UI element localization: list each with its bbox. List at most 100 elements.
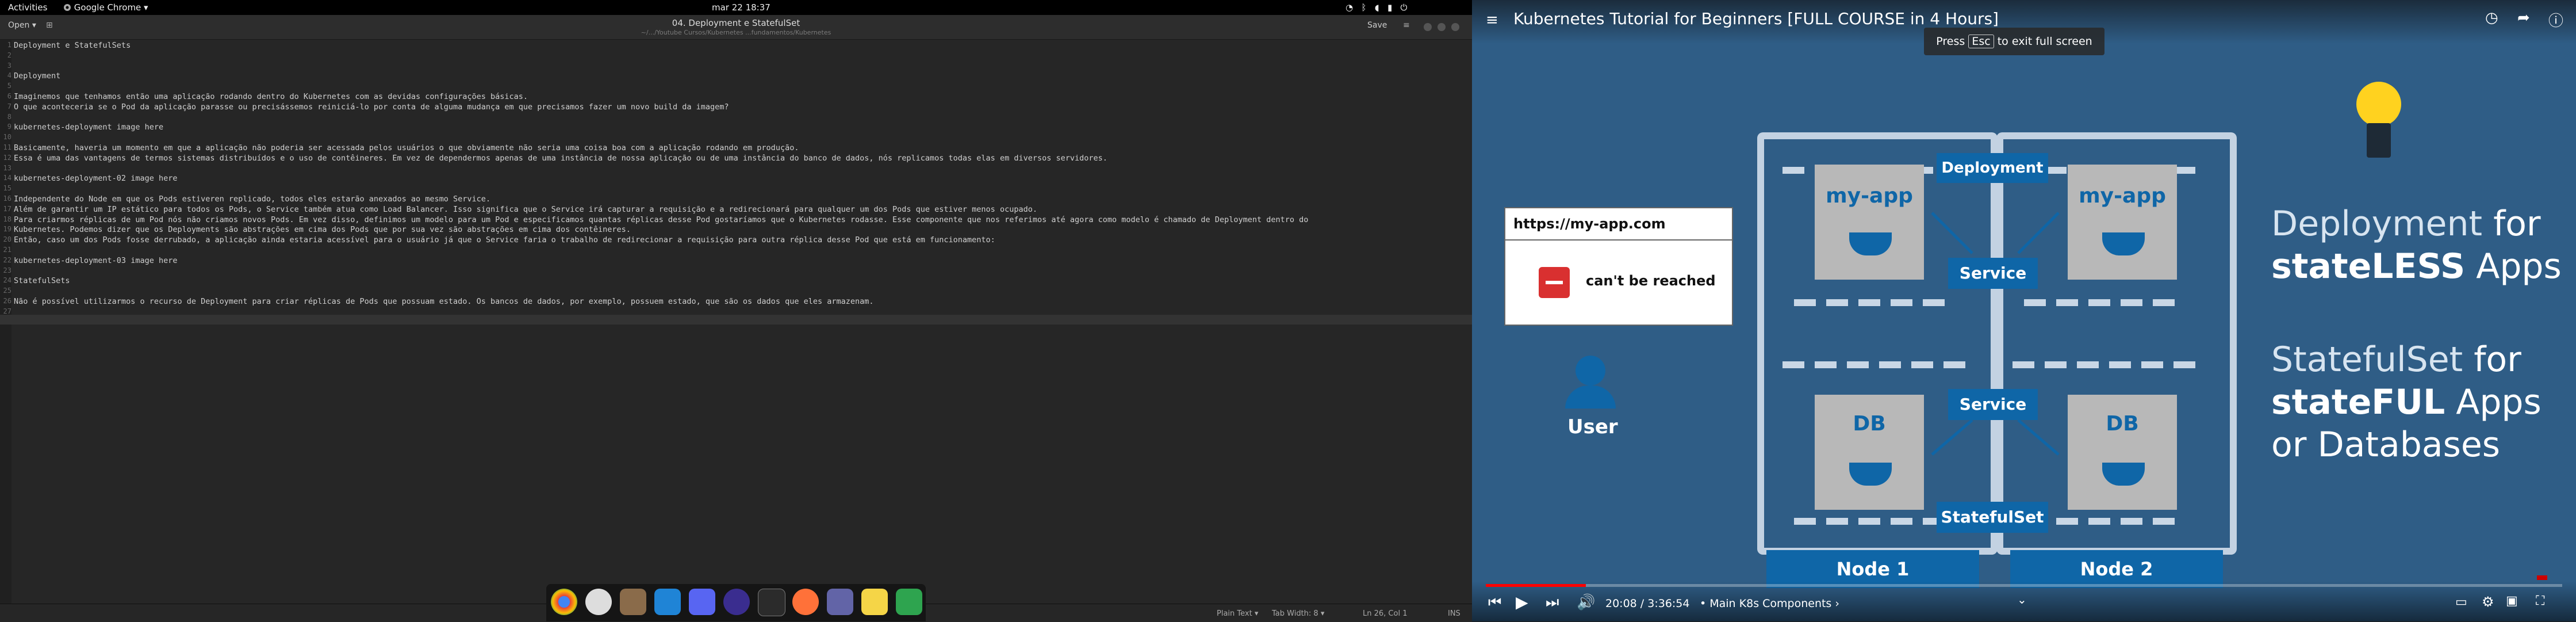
- service-label-bottom: Service: [1948, 389, 2038, 420]
- line-number: 13: [3, 163, 12, 172]
- system-top-bar: Activities Google Chrome ▾ mar 22 18:37 …: [0, 0, 1472, 15]
- document-path: ~/.../Youtube Cursos/Kubernetes ...funda…: [641, 29, 831, 36]
- browser-icon[interactable]: [723, 589, 750, 615]
- text-line[interactable]: Independente do Node em que os Pods esti…: [14, 194, 490, 204]
- battery-icon: ▮: [1387, 2, 1393, 13]
- line-number: 14: [3, 174, 12, 182]
- statefulset-text: StatefulSet for stateFUL Apps or Databas…: [2271, 339, 2542, 465]
- text-line[interactable]: Não é possível utilizarmos o recurso de …: [14, 297, 874, 306]
- pod-my-app-1: my-app: [1815, 165, 1924, 280]
- line-number: 4: [7, 71, 12, 80]
- text-line[interactable]: kubernetes-deployment-03 image here: [14, 256, 177, 265]
- docker-icon: [1849, 232, 1892, 255]
- clock[interactable]: mar 22 18:37: [712, 2, 770, 13]
- line-number: 23: [3, 266, 12, 274]
- settings-icon[interactable]: [585, 589, 612, 615]
- text-line[interactable]: kubernetes-deployment image here: [14, 123, 163, 132]
- files-icon[interactable]: [620, 589, 646, 615]
- document-title: 04. Deployment e StatefulSet: [672, 18, 800, 28]
- current-line-highlight: [0, 315, 1472, 325]
- text-line[interactable]: Kubernetes. Podemos dizer que os Deploym…: [14, 225, 631, 234]
- chrome-icon: [64, 4, 71, 11]
- line-number: 8: [7, 112, 12, 121]
- firefox-icon[interactable]: [792, 589, 819, 615]
- settings-icon[interactable]: ⚙: [2482, 594, 2494, 610]
- line-number: 24: [3, 276, 12, 285]
- bluetooth-icon: ᛒ: [1361, 2, 1367, 13]
- next-icon[interactable]: ⏭: [1546, 594, 1559, 612]
- line-number: 15: [3, 184, 12, 193]
- chevron-down-icon[interactable]: ⌄: [2017, 593, 2027, 606]
- text-line[interactable]: O que aconteceria se o Pod da aplicação …: [14, 102, 729, 112]
- line-number: 9: [7, 123, 12, 131]
- miniplayer-icon[interactable]: ▣: [2506, 594, 2518, 608]
- discord-icon[interactable]: [689, 589, 715, 615]
- volume-icon[interactable]: 🔊: [1577, 594, 1595, 611]
- text-line[interactable]: Para criarmos réplicas de um Pod nós não…: [14, 215, 1308, 224]
- line-number: 16: [3, 194, 12, 203]
- line-number: 18: [3, 215, 12, 223]
- text-line[interactable]: kubernetes-deployment-02 image here: [14, 174, 177, 183]
- service-label-top: Service: [1948, 258, 2038, 289]
- line-number: 21: [3, 246, 12, 254]
- line-number: 27: [3, 307, 12, 315]
- statefulset-label: StatefulSet: [1937, 502, 2048, 533]
- deployment-text: Deployment for stateLESS Apps: [2271, 204, 2562, 287]
- app-name: Google Chrome ▾: [74, 2, 148, 13]
- play-icon[interactable]: ▶: [1516, 593, 1528, 612]
- volume-icon: ◖: [1374, 2, 1379, 13]
- minimize-button[interactable]: [1424, 23, 1432, 31]
- vscode-icon[interactable]: [654, 589, 681, 615]
- syntax-selector[interactable]: Plain Text ▾: [1217, 609, 1258, 618]
- cursor-position[interactable]: Ln 26, Col 1: [1363, 609, 1407, 618]
- menu-icon[interactable]: ≡: [1403, 21, 1410, 30]
- save-button[interactable]: Save: [1367, 21, 1387, 30]
- text-line[interactable]: Deployment: [14, 71, 60, 81]
- text-line[interactable]: Deployment e StatefulSets: [14, 41, 131, 50]
- line-number: 22: [3, 255, 12, 264]
- text-line[interactable]: StatefulSets: [14, 276, 70, 285]
- pod-db-1: DB: [1815, 395, 1924, 510]
- pod-db-2: DB: [2068, 395, 2177, 510]
- pod-my-app-2: my-app: [2068, 165, 2177, 280]
- maximize-button[interactable]: [1438, 23, 1446, 31]
- insert-mode: INS: [1448, 609, 1460, 618]
- time-display: 20:08 / 3:36:54: [1605, 597, 1690, 610]
- chapter-button[interactable]: • Main K8s Components ›: [1700, 597, 1839, 610]
- text-line[interactable]: Basicamente, haveria um momento em que a…: [14, 143, 799, 152]
- editor-header: Open ▾ ⊞ 04. Deployment e StatefulSet ~/…: [0, 15, 1472, 40]
- text-line[interactable]: Essa é uma das vantagens de termos siste…: [14, 154, 1107, 163]
- text-line[interactable]: Além de garantir um IP estático para tod…: [14, 205, 1037, 214]
- spreadsheet-icon[interactable]: [896, 589, 922, 615]
- terminal-icon[interactable]: [758, 589, 785, 616]
- docker-icon: [2102, 463, 2145, 486]
- progress-bar[interactable]: [1486, 584, 2562, 587]
- power-icon: ⏻: [1400, 2, 1408, 13]
- line-number: 5: [7, 82, 12, 90]
- line-number: 2: [7, 51, 12, 59]
- line-number: 26: [3, 297, 12, 305]
- activities-button[interactable]: Activities: [8, 2, 47, 13]
- tray-icons[interactable]: ◔ ᛒ ◖ ▮ ⏻: [1346, 2, 1407, 13]
- line-number: 11: [3, 143, 12, 151]
- text-line[interactable]: Imaginemos que tenhamos então uma aplica…: [14, 92, 528, 101]
- progress-played: [1486, 584, 1586, 587]
- line-number: 6: [7, 92, 12, 100]
- text-line[interactable]: Então, caso um dos Pods fosse derrubado,…: [14, 235, 995, 245]
- previous-icon[interactable]: ⏮: [1488, 594, 1501, 612]
- docker-icon: [1849, 463, 1892, 486]
- line-number: 17: [3, 204, 12, 213]
- fullscreen-exit-icon[interactable]: ⛶: [2536, 594, 2544, 608]
- pod-label: DB: [1853, 412, 1886, 436]
- line-number: 20: [3, 235, 12, 244]
- youtube-video-player[interactable]: ≡ Kubernetes Tutorial for Beginners [FUL…: [1472, 0, 2576, 621]
- app-menu[interactable]: Google Chrome ▾: [63, 2, 148, 13]
- chrome-icon[interactable]: [551, 589, 577, 615]
- pod-label: my-app: [2079, 184, 2166, 208]
- notes-icon[interactable]: [861, 589, 888, 615]
- teams-icon[interactable]: [827, 589, 853, 615]
- close-button[interactable]: [1451, 23, 1459, 31]
- subtitles-icon[interactable]: ▭: [2455, 595, 2467, 609]
- line-number: 25: [3, 287, 12, 295]
- tab-width-selector[interactable]: Tab Width: 8 ▾: [1272, 609, 1324, 618]
